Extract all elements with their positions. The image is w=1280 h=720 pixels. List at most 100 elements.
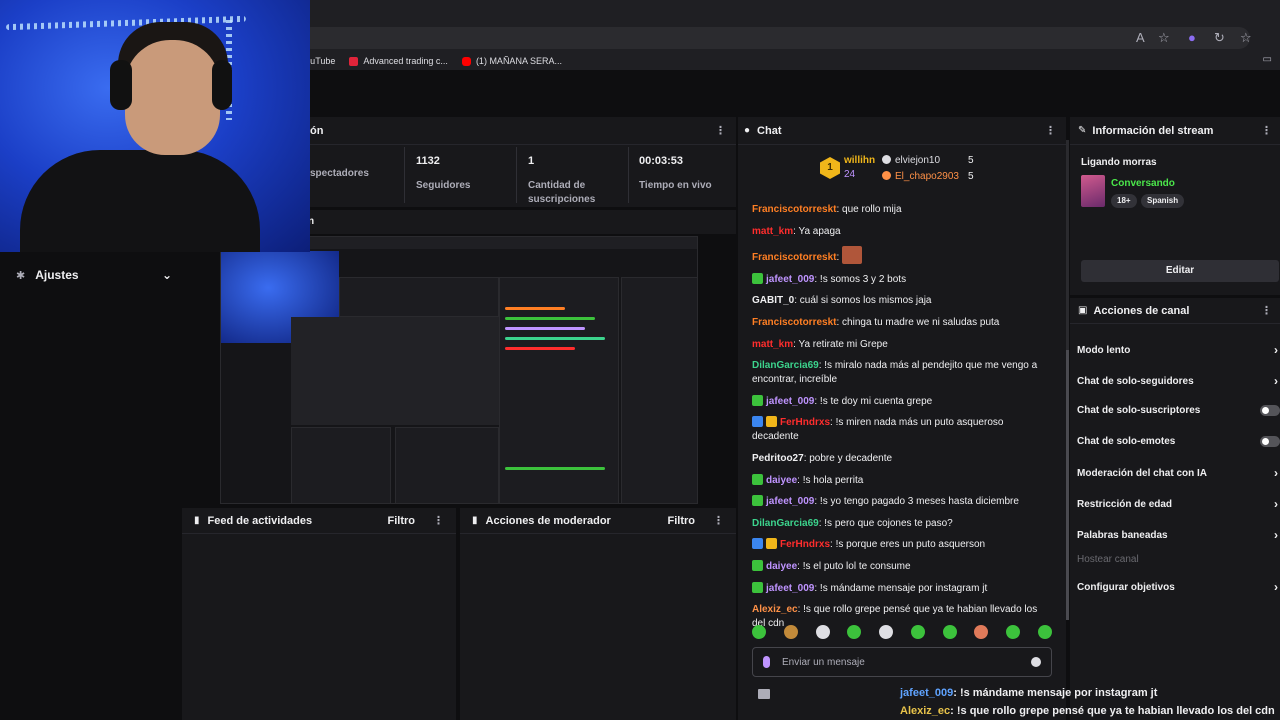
chat-message: matt_km: Ya retirate mi Grepe [752, 338, 1052, 352]
emote-icon[interactable] [1006, 625, 1021, 639]
folder-icon[interactable]: ▭ [1263, 54, 1272, 65]
preview-chat-line [505, 307, 565, 310]
emote-icon[interactable] [847, 625, 862, 639]
drag-handle-icon[interactable]: ▮ [194, 515, 200, 526]
chat-username[interactable]: Franciscotorreskt [752, 204, 836, 215]
channel-action-label: Chat de solo-suscriptores [1077, 405, 1201, 416]
emote-icon[interactable] [974, 625, 989, 639]
chat-message-input[interactable]: Enviar un mensaje [752, 647, 1052, 677]
tag-badge[interactable]: Spanish [1141, 194, 1185, 208]
chat-username[interactable]: FerHndrxs [780, 417, 830, 428]
chat-username[interactable]: matt_km [752, 226, 793, 237]
category-name[interactable]: Conversando [1111, 178, 1175, 189]
channel-action-item[interactable]: Moderación del chat con IA › [1077, 466, 1280, 480]
user-badge-icon[interactable] [752, 559, 763, 571]
toggle-switch[interactable] [1260, 405, 1280, 416]
stat-viewers: spectadores [310, 155, 369, 181]
extension-icon[interactable]: ● [1188, 30, 1196, 45]
more-options-icon[interactable]: ⋮ [1045, 124, 1056, 137]
user-badge-icon[interactable] [752, 416, 763, 428]
user-badge-icon[interactable] [752, 581, 763, 593]
more-options-icon[interactable]: ⋮ [713, 514, 724, 527]
chat-username[interactable]: jafeet_009 [766, 496, 814, 507]
emote-icon[interactable] [942, 625, 957, 639]
more-options-icon[interactable]: ⋮ [1261, 304, 1272, 317]
channel-action-label: Moderación del chat con IA [1077, 467, 1208, 479]
more-options-icon[interactable]: ⋮ [433, 514, 444, 527]
chat-message: FerHndrxs: !s miren nada más un puto asq… [752, 416, 1052, 444]
emote-icon[interactable] [783, 625, 798, 639]
microphone-icon[interactable] [763, 656, 770, 668]
left-nav: ✱ Ajustes ⌄ [0, 252, 180, 720]
nav-item-settings[interactable]: ✱ Ajustes ⌄ [16, 268, 172, 282]
emote-icon[interactable] [1037, 625, 1052, 639]
emote-icon[interactable] [752, 625, 766, 639]
refresh-icon[interactable]: ↻ [1214, 30, 1225, 46]
chat-scrollbar-thumb[interactable] [1066, 350, 1069, 620]
category-thumbnail [1081, 175, 1105, 207]
channel-action-item[interactable]: Palabras baneadas › [1077, 528, 1280, 542]
divider [404, 147, 405, 203]
stream-preview[interactable] [220, 236, 698, 504]
chat-username[interactable]: matt_km [752, 339, 793, 350]
drag-handle-icon[interactable]: ▮ [472, 515, 478, 526]
crown-badge-icon[interactable] [766, 538, 777, 550]
chat-username[interactable]: Franciscotorreskt [752, 317, 836, 328]
emote-image[interactable] [842, 246, 863, 265]
chat-username[interactable]: Franciscotorreskt [752, 252, 836, 263]
bookmark-advanced-trading[interactable]: Advanced trading c... [349, 56, 448, 66]
emote-icon[interactable] [910, 625, 925, 639]
chat-username[interactable]: GABIT_0 [752, 295, 794, 306]
chat-username[interactable]: jafeet_009 [766, 274, 814, 285]
user-badge-icon[interactable] [752, 272, 763, 284]
chat-message: matt_km: Ya apaga [752, 225, 1052, 239]
channel-action-item[interactable]: Chat de solo-emotes [1077, 436, 1280, 447]
chat-username[interactable]: jafeet_009 [766, 396, 814, 407]
channel-action-item[interactable]: Modo lento › [1077, 343, 1280, 357]
chat-leaderboard[interactable]: 1 willihn 24 elviejon10 5 El_chapo2903 5 [820, 153, 1020, 191]
chevron-right-icon: › [1274, 528, 1278, 542]
star-icon[interactable]: ☆ [1158, 30, 1170, 46]
emote-icon[interactable] [815, 625, 830, 639]
preview-nested [291, 317, 501, 425]
more-options-icon[interactable]: ⋮ [715, 124, 726, 137]
toggle-switch[interactable] [1260, 436, 1280, 447]
rank-badge-icon: 1 [820, 157, 840, 179]
chat-message: daiyee: !s el puto lol te consume [752, 559, 1052, 574]
channel-action-item[interactable]: Chat de solo-suscriptores [1077, 405, 1280, 416]
chat-username[interactable]: daiyee [766, 475, 797, 486]
more-options-icon[interactable]: ⋮ [1261, 124, 1272, 137]
filter-button[interactable]: Filtro [668, 515, 696, 527]
chat-username[interactable]: DilanGarcia69 [752, 518, 819, 529]
chat-username[interactable]: jafeet_009 [766, 583, 814, 594]
user-badge-icon[interactable] [752, 473, 763, 485]
chat-bubble-icon: ● [744, 125, 751, 136]
channel-actions-panel: ▣ Acciones de canal ⋮ Modo lento › Chat de… [1070, 298, 1280, 720]
emoji-picker-icon[interactable] [1031, 657, 1041, 667]
headphones [212, 60, 232, 110]
channel-action-label: Hostear canal [1077, 554, 1139, 565]
chat-username[interactable]: DilanGarcia69 [752, 360, 819, 371]
chat-text: : !s yo tengo pagado 3 meses hasta dicie… [814, 496, 1019, 508]
channel-action-item[interactable]: Configurar objetivos › [1077, 580, 1280, 594]
read-aloud-icon[interactable]: A [1136, 30, 1145, 45]
user-badge-icon[interactable] [752, 495, 763, 507]
favorites-icon[interactable]: ☆ [1240, 30, 1252, 46]
channel-action-item[interactable]: Restricción de edad › [1077, 497, 1280, 511]
emote-icon[interactable] [879, 625, 894, 639]
chat-username[interactable]: Pedritoo27 [752, 453, 804, 464]
edit-button[interactable]: Editar [1081, 260, 1279, 282]
chat-username[interactable]: daiyee [766, 561, 797, 572]
user-badge-icon[interactable] [752, 394, 763, 406]
chat-username[interactable]: Alexiz_ec [752, 604, 798, 615]
filter-button[interactable]: Filtro [388, 515, 416, 527]
tag-badge[interactable]: 18+ [1111, 194, 1137, 208]
bookmark-manana-sera[interactable]: (1) MAÑANA SERA... [461, 56, 562, 66]
address-bar[interactable] [300, 27, 1250, 49]
overlay-user: jafeet_009 [900, 687, 954, 699]
channel-action-item[interactable]: Chat de solo-seguidores › [1077, 374, 1280, 388]
user-badge-icon[interactable] [752, 538, 763, 550]
crown-badge-icon[interactable] [766, 416, 777, 428]
chat-username[interactable]: FerHndrxs [780, 539, 830, 550]
store-icon[interactable] [758, 689, 770, 699]
